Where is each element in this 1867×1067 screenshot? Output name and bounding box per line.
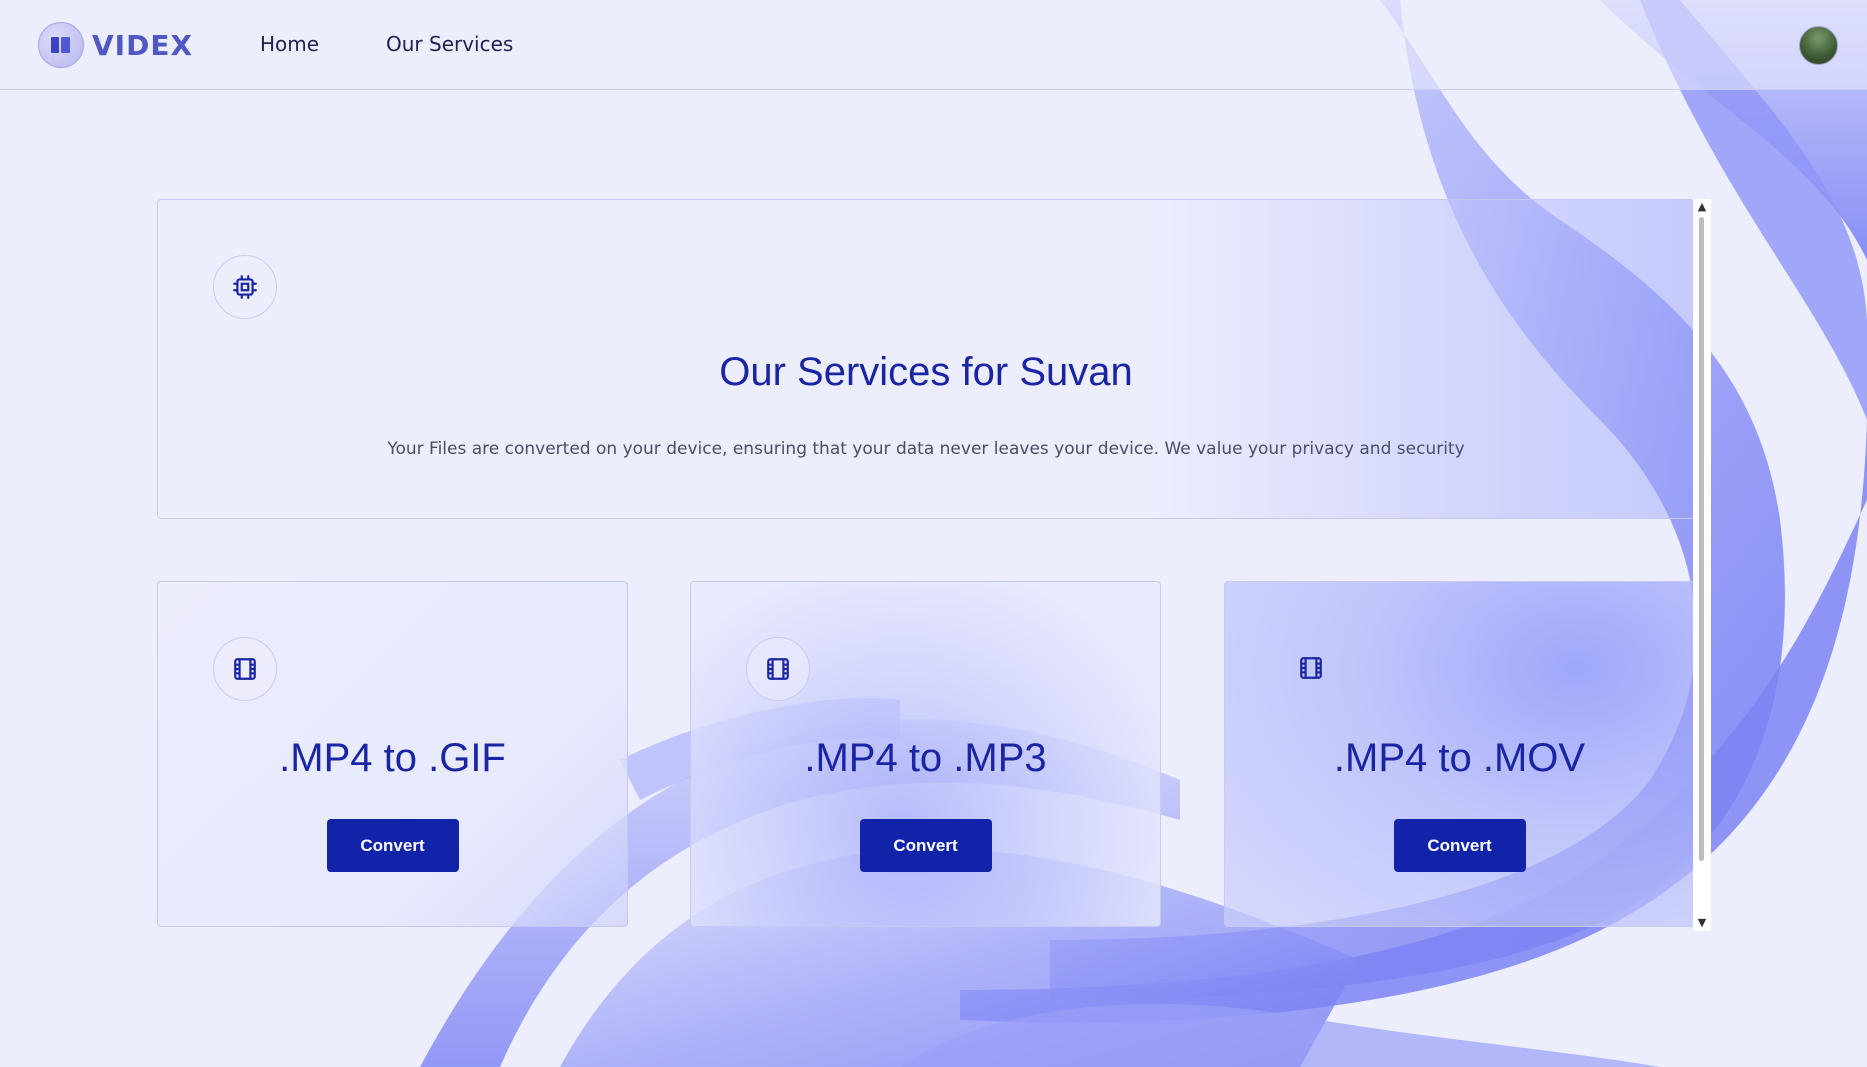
film-icon <box>213 637 277 701</box>
scroll-up-arrow-icon[interactable]: ▲ <box>1693 199 1711 215</box>
brand-logo[interactable]: VIDEX <box>38 22 193 68</box>
services-hero-panel: Our Services for Suvan Your Files are co… <box>157 199 1695 519</box>
convert-button[interactable]: Convert <box>859 819 992 872</box>
service-card-mp4-mp3: .MP4 to .MP3 Convert <box>690 581 1161 927</box>
convert-button[interactable]: Convert <box>1393 819 1526 872</box>
content-scrollbar[interactable]: ▲ ▼ <box>1693 199 1711 931</box>
nav-services-link[interactable]: Our Services <box>386 32 513 56</box>
convert-button[interactable]: Convert <box>326 819 459 872</box>
user-avatar[interactable] <box>1799 26 1838 65</box>
service-card-mp4-mov: .MP4 to .MOV Convert <box>1224 581 1695 927</box>
service-card-mp4-gif: .MP4 to .GIF Convert <box>157 581 628 927</box>
logo-icon <box>38 22 84 68</box>
service-title: .MP4 to .GIF <box>279 736 506 780</box>
scroll-down-arrow-icon[interactable]: ▼ <box>1693 915 1711 931</box>
cpu-chip-icon <box>213 255 277 319</box>
scrollbar-thumb[interactable] <box>1699 217 1704 861</box>
brand-name: VIDEX <box>92 28 194 62</box>
film-icon <box>1298 655 1324 685</box>
film-icon <box>746 637 810 701</box>
service-title: .MP4 to .MOV <box>1333 736 1586 780</box>
privacy-description: Your Files are converted on your device,… <box>387 439 1465 459</box>
page-title: Our Services for Suvan <box>719 350 1133 394</box>
service-title: .MP4 to .MP3 <box>804 736 1047 780</box>
top-navbar: VIDEX Home Our Services <box>0 0 1867 90</box>
nav-home-link[interactable]: Home <box>260 32 319 56</box>
